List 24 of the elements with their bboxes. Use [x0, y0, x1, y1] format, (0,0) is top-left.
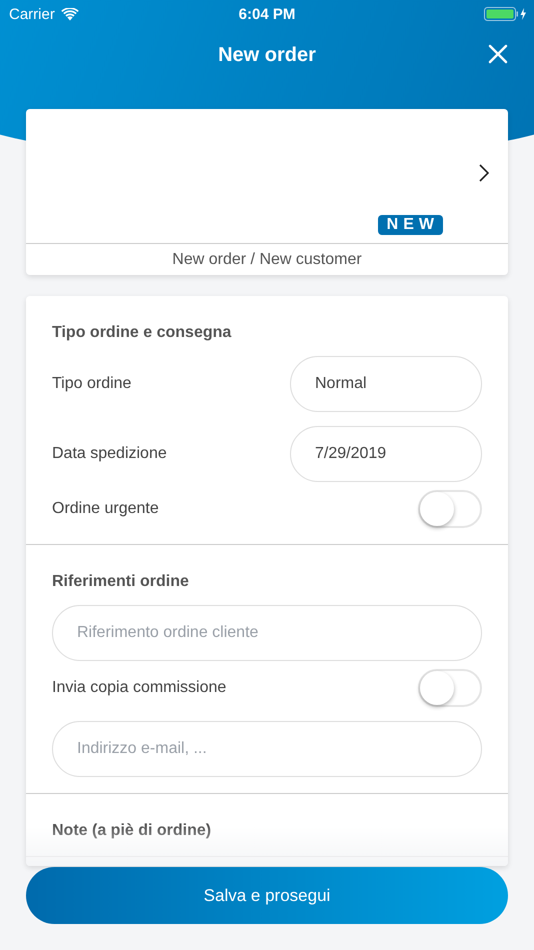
section-title: Tipo ordine e consegna	[52, 324, 232, 342]
toggle-switch[interactable]	[418, 490, 482, 528]
new-badge: NEW	[378, 215, 443, 235]
customer-card[interactable]: NEW New order / New customer	[26, 109, 508, 275]
input-field[interactable]: Indirizzo e-mail, ...	[52, 721, 482, 777]
status-time: 6:04 PM	[238, 6, 296, 22]
carrier-label: Carrier	[9, 6, 55, 22]
field-label: Data spedizione	[52, 445, 167, 463]
section-title: Riferimenti ordine	[52, 573, 190, 591]
wifi-icon	[60, 8, 79, 20]
field-label: Invia copia commissione	[52, 679, 226, 697]
select-field[interactable]: 7/29/2019	[290, 426, 482, 482]
input-field[interactable]: Riferimento ordine cliente	[52, 605, 482, 661]
field-label: Ordine urgente	[52, 500, 159, 518]
select-field[interactable]: Normal	[290, 356, 482, 412]
chevron-right-icon	[479, 164, 489, 182]
toggle-switch[interactable]	[418, 669, 482, 707]
customer-caption: New order / New customer	[172, 250, 362, 268]
screen-title: New order	[218, 44, 316, 66]
field-label: Tipo ordine	[52, 375, 132, 393]
close-icon[interactable]	[488, 44, 508, 64]
section-title: Note (a piè di ordine)	[52, 822, 212, 840]
battery-charging-icon	[484, 7, 528, 21]
save-button[interactable]: Salva e prosegui	[26, 867, 508, 924]
